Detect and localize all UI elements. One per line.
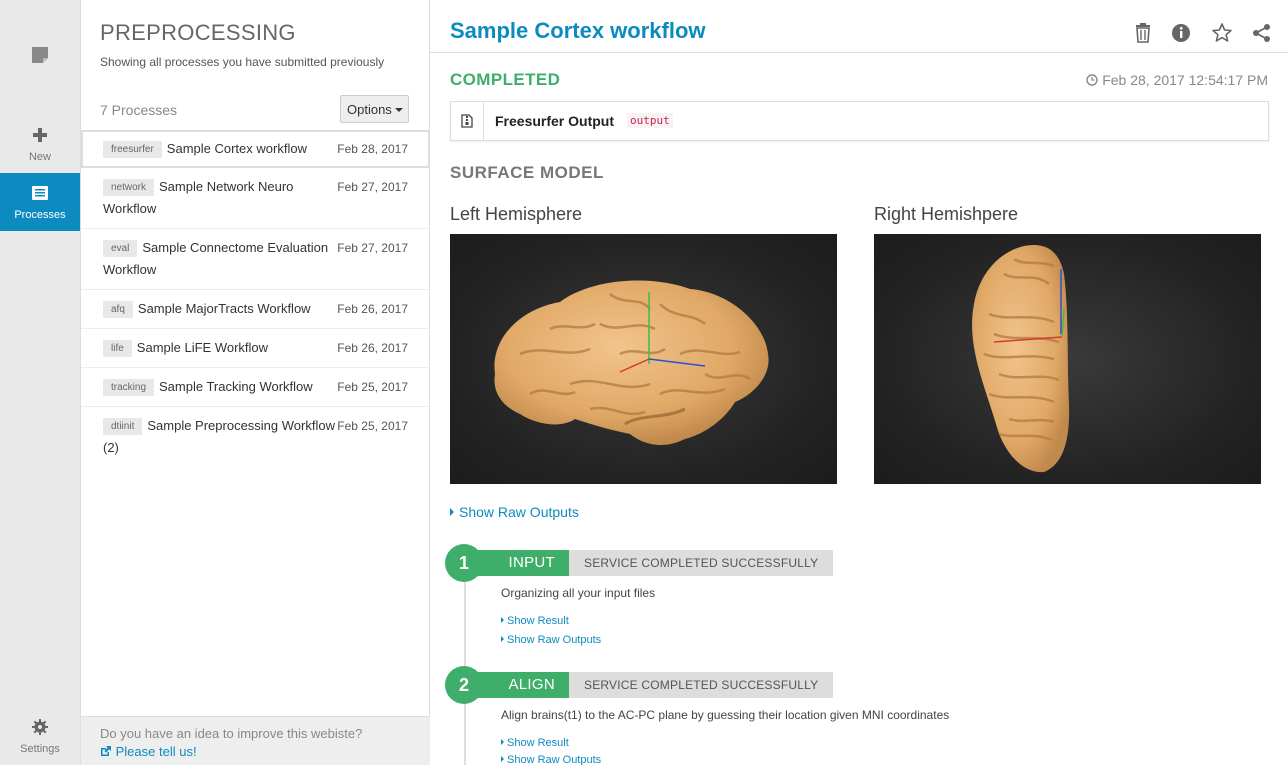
share-icon[interactable] [1251,22,1273,44]
caret-right-icon [501,636,504,642]
process-row[interactable]: dtiinit Sample Preprocessing Workflow (2)… [81,407,430,467]
process-name: Sample MajorTracts Workflow [137,301,311,316]
process-name: Sample Cortex workflow [166,141,307,156]
clock-icon [1086,74,1099,86]
output-name: Freesurfer Output [495,113,615,129]
show-raw-outputs-link[interactable]: Show Raw Outputs [450,504,579,520]
list-icon [32,186,48,200]
step-status-badge: SERVICE COMPLETED SUCCESSFULLY [569,550,834,576]
page-title: Sample Cortex workflow [450,18,706,43]
process-date: Feb 25, 2017 [337,419,408,433]
process-date: Feb 27, 2017 [337,241,408,255]
process-name: Sample Tracking Workflow [159,379,313,394]
output-type-code: output [627,113,673,128]
right-brain-image [972,244,1070,473]
timestamp: Feb 28, 2017 12:54:17 PM [1086,72,1268,88]
logo-icon[interactable] [30,45,50,65]
list-subtitle: Showing all processes you have submitted… [100,55,385,69]
process-row[interactable]: life Sample LiFE Workflow Feb 26, 2017 [81,329,430,368]
list-title: PREPROCESSING [100,20,296,45]
process-row[interactable]: tracking Sample Tracking Workflow Feb 25,… [81,368,430,407]
nav-processes[interactable]: Processes [0,173,80,231]
process-tag: eval [103,240,138,257]
external-link-icon [101,746,111,756]
process-row[interactable]: eval Sample Connectome Evaluation Workflo… [81,229,430,290]
nav-settings-label: Settings [20,743,60,755]
caret-right-icon [501,739,504,745]
step-status-badge: SERVICE COMPLETED SUCCESSFULLY [569,672,834,698]
status-label: COMPLETED [450,70,561,89]
plus-icon [33,128,47,142]
feedback-box: Do you have an idea to improve this webi… [81,716,430,765]
file-archive-icon [461,114,473,128]
process-row[interactable]: network Sample Network Neuro Workflow Feb… [81,168,430,229]
process-date: Feb 27, 2017 [337,180,408,194]
process-date: Feb 26, 2017 [337,302,408,316]
gear-icon [32,719,48,735]
process-date: Feb 28, 2017 [337,142,408,156]
process-detail: Sample Cortex workflow COMPLETED Feb 28,… [430,0,1288,765]
options-button[interactable]: Options [340,95,409,123]
show-result-label: Show Result [507,615,569,627]
show-result-link[interactable]: Show Result [501,737,569,749]
process-tag: afq [103,301,133,318]
left-hemisphere-label: Left Hemisphere [450,204,583,224]
trash-icon[interactable] [1132,22,1154,44]
output-file-icon-box [451,102,484,140]
show-raw-outputs-label: Show Raw Outputs [507,754,602,765]
show-result-link[interactable]: Show Result [501,615,569,627]
icon-nav: New Processes Settings [0,0,81,765]
process-name: Sample LiFE Workflow [136,340,269,355]
info-icon[interactable] [1170,22,1192,44]
process-row[interactable]: freesurfer Sample Cortex workflow Feb 28,… [81,130,430,168]
caret-right-icon [501,617,504,623]
process-tag: network [103,179,155,196]
detail-header: Sample Cortex workflow [430,0,1288,53]
star-icon[interactable] [1211,22,1233,44]
step-name: INPUT [473,550,569,576]
nav-new[interactable]: New [0,115,80,173]
left-brain-image [494,280,769,446]
process-count: 7 Processes [100,102,178,118]
process-rows: freesurfer Sample Cortex workflow Feb 28,… [81,130,430,467]
right-hemisphere-viewer[interactable] [874,234,1261,484]
caret-down-icon [394,108,403,113]
nav-new-label: New [28,151,51,163]
show-raw-outputs-label: Show Raw Outputs [507,634,602,646]
process-date: Feb 26, 2017 [337,341,408,355]
section-heading: SURFACE MODEL [450,163,604,182]
show-result-label: Show Result [507,737,569,749]
feedback-text: Do you have an idea to improve this webi… [100,726,363,741]
left-hemisphere-viewer[interactable] [450,234,837,484]
process-tag: dtiinit [103,418,143,435]
process-tag: tracking [103,379,155,396]
timestamp-text: Feb 28, 2017 12:54:17 PM [1102,72,1268,88]
step-name: ALIGN [473,672,569,698]
caret-right-icon [501,756,504,762]
process-tag: life [103,340,132,357]
feedback-link-label: Please tell us! [115,744,197,759]
step-description: Align brains(t1) to the AC-PC plane by g… [501,708,950,722]
feedback-link[interactable]: Please tell us! [100,743,411,761]
nav-settings[interactable]: Settings [0,707,80,765]
show-raw-outputs-label: Show Raw Outputs [459,504,579,520]
process-list-panel: PREPROCESSING Showing all processes you … [81,0,430,765]
output-card[interactable]: Freesurfer Output output [450,101,1269,141]
caret-right-icon [450,508,454,516]
process-tag: freesurfer [103,141,162,158]
nav-processes-label: Processes [14,209,66,221]
step-number: 1 [445,544,483,582]
show-raw-outputs-link[interactable]: Show Raw Outputs [501,754,601,765]
step-description: Organizing all your input files [501,586,656,600]
options-label: Options [347,101,392,117]
process-row[interactable]: afq Sample MajorTracts Workflow Feb 26, 2… [81,290,430,329]
show-raw-outputs-link[interactable]: Show Raw Outputs [501,634,601,646]
process-date: Feb 25, 2017 [337,380,408,394]
step-number: 2 [445,666,483,704]
right-hemisphere-label: Right Hemishpere [874,204,1019,224]
